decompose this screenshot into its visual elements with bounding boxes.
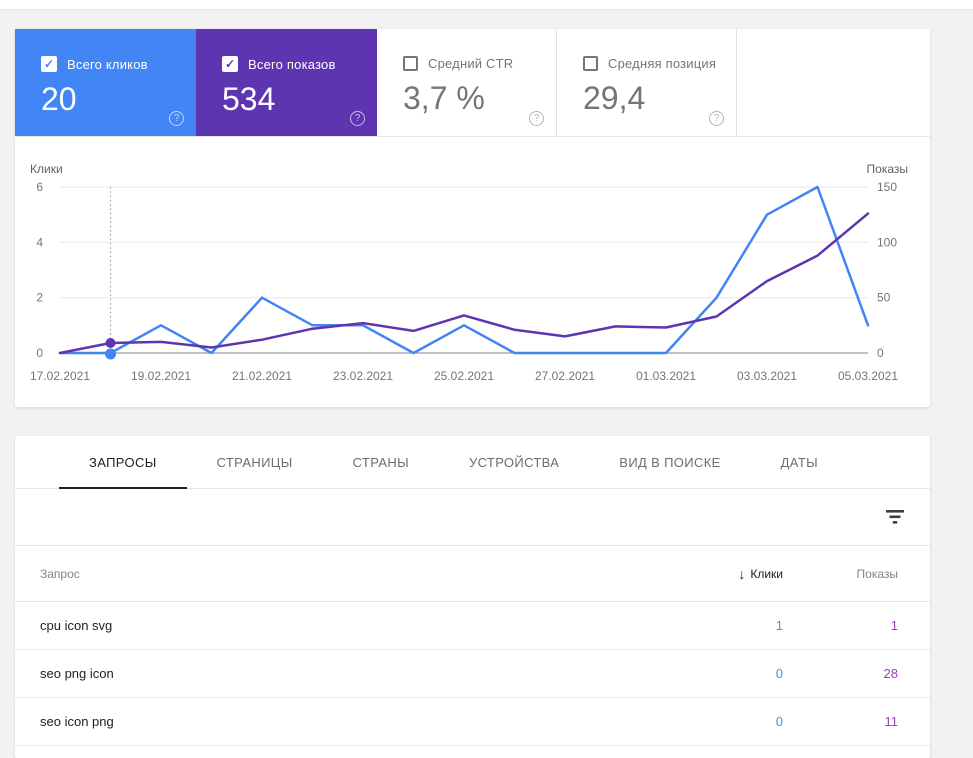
series-line-clicks	[58, 185, 870, 355]
top-white-strip	[0, 0, 973, 10]
hover-marker-impressions	[105, 338, 116, 348]
x-axis-tick: 17.02.2021	[30, 369, 90, 383]
x-axis-tick: 01.03.2021	[636, 369, 696, 383]
x-axis-tick: 27.02.2021	[535, 369, 595, 383]
query-cell: seo png icon	[40, 666, 114, 681]
series-line-impressions	[58, 212, 870, 355]
tab-devices[interactable]: УСТРОЙСТВА	[439, 436, 589, 488]
table-header-row: Запрос ↓ Клики Показы	[15, 546, 930, 602]
y-axis-tick-clicks: 2	[36, 291, 43, 305]
y-axis-tick-impressions: 100	[877, 235, 897, 249]
metric-cards-row: ✓ Всего кликов 20 ? ✓ Всего показов 534 …	[15, 29, 930, 137]
help-icon[interactable]: ?	[709, 111, 724, 126]
help-icon[interactable]: ?	[350, 111, 365, 126]
x-axis-tick: 21.02.2021	[232, 369, 292, 383]
left-axis-title: Клики	[30, 162, 63, 176]
impressions-cell: 11	[884, 714, 899, 729]
impressions-checkbox[interactable]: ✓	[222, 56, 238, 72]
metric-card-label: Средний CTR	[428, 56, 514, 71]
table-filter-row	[15, 489, 930, 546]
x-axis-tick: 03.03.2021	[737, 369, 797, 383]
metric-card-average-position[interactable]: Средняя позиция 29,4 ?	[557, 29, 737, 136]
right-axis-title: Показы	[867, 162, 908, 176]
column-header-clicks-label: Клики	[750, 566, 783, 581]
hover-marker-clicks	[105, 348, 116, 360]
position-checkbox[interactable]	[583, 56, 598, 71]
x-axis-tick: 23.02.2021	[333, 369, 393, 383]
search-console-performance-screen: ✓ Всего кликов 20 ? ✓ Всего показов 534 …	[0, 0, 973, 758]
sort-descending-icon: ↓	[738, 565, 746, 582]
metric-card-header: ✓ Всего кликов	[41, 56, 196, 72]
metric-card-header: Средний CTR	[403, 56, 556, 71]
y-axis-tick-impressions: 50	[877, 291, 891, 305]
metric-card-header: Средняя позиция	[583, 56, 736, 71]
checkmark-icon: ✓	[224, 57, 236, 71]
tab-dates[interactable]: ДАТЫ	[751, 436, 848, 488]
tab-search-appearance[interactable]: ВИД В ПОИСКЕ	[589, 436, 750, 488]
performance-panel: ✓ Всего кликов 20 ? ✓ Всего показов 534 …	[15, 29, 930, 407]
metric-card-total-impressions[interactable]: ✓ Всего показов 534 ?	[196, 29, 377, 136]
x-axis-tick: 19.02.2021	[131, 369, 191, 383]
filter-list-icon[interactable]	[886, 510, 904, 524]
y-axis-tick-clicks: 4	[36, 235, 43, 249]
y-axis-tick-impressions: 0	[877, 346, 884, 360]
checkmark-icon: ✓	[43, 57, 55, 71]
queries-table-panel: ЗАПРОСЫ СТРАНИЦЫ СТРАНЫ УСТРОЙСТВА ВИД В…	[15, 436, 930, 758]
tab-pages[interactable]: СТРАНИЦЫ	[187, 436, 323, 488]
x-axis-tick: 05.03.2021	[838, 369, 898, 383]
table-row[interactable]: seo icon png 0 11	[15, 698, 930, 746]
clicks-cell: 0	[775, 714, 783, 729]
column-header-impressions[interactable]: Показы	[783, 567, 930, 581]
tab-queries[interactable]: ЗАПРОСЫ	[59, 436, 187, 489]
query-cell: seo icon png	[40, 714, 114, 729]
x-axis-tick: 25.02.2021	[434, 369, 494, 383]
clicks-cell: 0	[775, 666, 783, 681]
traffic-line-chart[interactable]: 0 2 4 6 0 50 100 150 Клики Показы 17.02.2021 19.02.…	[15, 137, 930, 407]
metric-card-label: Средняя позиция	[608, 56, 717, 71]
metric-card-average-ctr[interactable]: Средний CTR 3,7 % ?	[377, 29, 557, 136]
clicks-checkbox[interactable]: ✓	[41, 56, 57, 72]
y-axis-tick-impressions: 150	[877, 180, 897, 194]
dimension-tabs: ЗАПРОСЫ СТРАНИЦЫ СТРАНЫ УСТРОЙСТВА ВИД В…	[15, 436, 930, 489]
ctr-checkbox[interactable]	[403, 56, 418, 71]
metric-card-header: ✓ Всего показов	[222, 56, 377, 72]
column-header-query[interactable]: Запрос	[15, 567, 653, 581]
help-icon[interactable]: ?	[529, 111, 544, 126]
table-row[interactable]: seo png icon 0 28	[15, 650, 930, 698]
clicks-cell: 1	[775, 618, 783, 633]
query-cell: cpu icon svg	[40, 618, 113, 633]
column-header-clicks[interactable]: ↓ Клики	[653, 566, 783, 582]
table-row[interactable]: cpu icon svg 1 1	[15, 602, 930, 650]
metric-card-total-clicks[interactable]: ✓ Всего кликов 20 ?	[15, 29, 196, 136]
metric-card-label: Всего показов	[248, 56, 336, 72]
impressions-cell: 28	[883, 666, 898, 681]
y-axis-tick-clicks: 6	[36, 180, 43, 194]
help-icon[interactable]: ?	[169, 111, 184, 126]
tab-countries[interactable]: СТРАНЫ	[323, 436, 439, 488]
y-axis-tick-clicks: 0	[36, 346, 43, 360]
chart-canvas: 0 2 4 6 0 50 100 150 Клики Показы 17.02.2021 19.02.…	[30, 162, 908, 383]
metric-card-label: Всего кликов	[67, 56, 148, 72]
page-content: ✓ Всего кликов 20 ? ✓ Всего показов 534 …	[0, 10, 973, 758]
impressions-cell: 1	[890, 618, 898, 633]
